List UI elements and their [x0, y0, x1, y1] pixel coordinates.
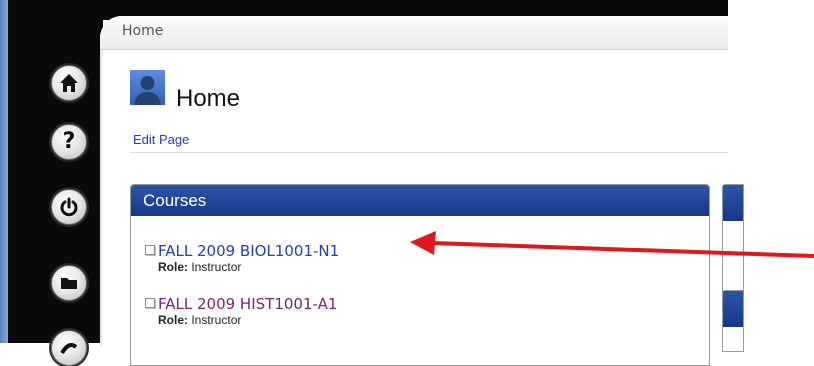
folder-button[interactable]: [51, 265, 87, 301]
edit-page-link[interactable]: Edit Page: [133, 132, 189, 147]
role-value: Instructor: [191, 260, 242, 274]
course-bullet-icon: [145, 298, 155, 308]
courses-header: Courses: [131, 185, 709, 216]
window-frame-left: [0, 0, 8, 343]
role-label: Role:: [158, 260, 188, 274]
list-item: FALL 2009 HIST1001-A1 Role: Instructor: [145, 294, 337, 327]
power-button[interactable]: [51, 189, 87, 225]
course-link[interactable]: FALL 2009 BIOL1001-N1: [158, 242, 339, 260]
course-role: Role: Instructor: [158, 260, 339, 274]
home-button[interactable]: [51, 65, 87, 101]
globe-icon: [60, 343, 78, 355]
role-value: Instructor: [191, 313, 242, 327]
list-item: FALL 2009 BIOL1001-N1 Role: Instructor: [145, 241, 339, 274]
header-divider: [130, 152, 728, 153]
courses-module: Courses FALL 2009 BIOL1001-N1 Role: Inst…: [130, 184, 710, 366]
help-button[interactable]: ?: [51, 124, 87, 160]
help-icon: ?: [62, 129, 76, 154]
course-role: Role: Instructor: [158, 313, 337, 327]
course-bullet-icon: [145, 245, 155, 255]
right-module-header: [723, 291, 743, 327]
page-title: Home: [176, 85, 241, 112]
power-icon: [60, 197, 78, 217]
courses-title: Courses: [143, 191, 207, 210]
breadcrumb-home[interactable]: Home: [122, 23, 163, 39]
person-icon: [134, 76, 161, 105]
globe-button[interactable]: [51, 330, 87, 366]
user-avatar: [130, 70, 165, 105]
right-module-header: [723, 185, 743, 221]
home-icon: [60, 74, 78, 92]
course-link[interactable]: FALL 2009 HIST1001-A1: [158, 295, 337, 313]
annotation-arrow: [410, 231, 814, 258]
role-label: Role:: [158, 313, 188, 327]
breadcrumb: Home: [100, 16, 728, 50]
folder-icon: [61, 278, 77, 289]
